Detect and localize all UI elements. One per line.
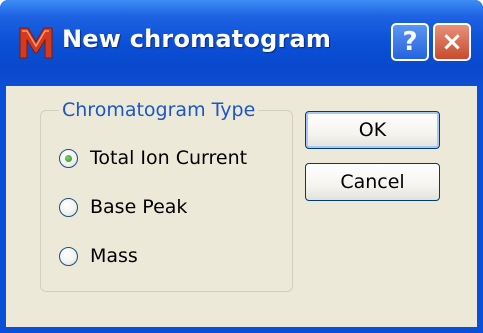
question-icon: ? — [402, 27, 418, 57]
radio-total-ion-current[interactable]: Total Ion Current — [59, 143, 247, 173]
close-icon: × — [441, 27, 463, 57]
radio-button-selected[interactable] — [59, 148, 78, 168]
radio-base-peak[interactable]: Base Peak — [59, 192, 187, 222]
close-button[interactable]: × — [433, 23, 471, 61]
radio-label: Base Peak — [90, 196, 188, 218]
radio-button[interactable] — [59, 246, 78, 266]
radio-mass[interactable]: Mass — [59, 241, 138, 271]
radio-button[interactable] — [59, 197, 78, 217]
ok-button[interactable]: OK — [305, 111, 440, 149]
chromatogram-type-group: Chromatogram Type Total Ion Current Base… — [40, 99, 293, 292]
radio-label: Total Ion Current — [90, 147, 248, 169]
group-title: Chromatogram Type — [59, 99, 259, 121]
window-title: New chromatogram — [62, 25, 332, 53]
dialog-window: New chromatogram ? × Chromatogram Type T… — [0, 0, 483, 333]
dialog-body: Chromatogram Type Total Ion Current Base… — [6, 86, 477, 327]
radio-label: Mass — [90, 245, 138, 267]
app-logo-icon — [19, 27, 53, 59]
title-bar[interactable]: New chromatogram ? × — [0, 0, 483, 86]
radio-dot — [65, 154, 72, 162]
cancel-button[interactable]: Cancel — [305, 163, 440, 201]
help-button[interactable]: ? — [391, 23, 429, 61]
